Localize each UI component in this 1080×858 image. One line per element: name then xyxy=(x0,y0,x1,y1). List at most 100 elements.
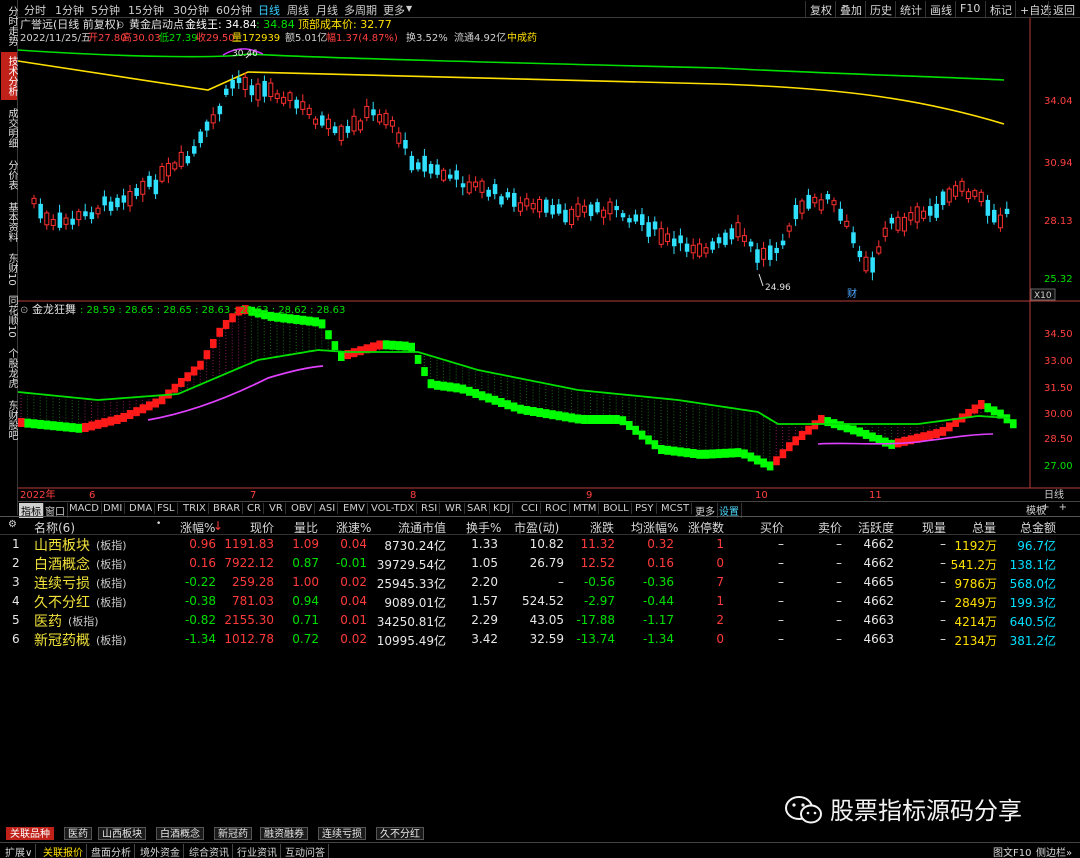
f10-text-button[interactable]: 图文F10 xyxy=(993,844,1031,858)
indicator-tab[interactable]: BOLL xyxy=(601,503,632,514)
nav-guba[interactable]: 东财股吧 xyxy=(1,396,17,444)
gear-icon[interactable]: ⊙ xyxy=(20,305,28,316)
sub-indicator-name[interactable]: 金龙狂舞 xyxy=(32,302,76,316)
sheet-tab[interactable]: 连续亏损 xyxy=(318,827,366,840)
indicator-tab[interactable]: SAR xyxy=(465,503,491,514)
period-tab-15min[interactable]: 15分钟 xyxy=(128,2,164,18)
nav-fenshi[interactable]: 分时走势 xyxy=(1,2,17,50)
bottom-tab-industry[interactable]: 行业资讯 xyxy=(234,844,281,858)
back-button[interactable]: 返回 xyxy=(1048,1,1079,17)
col-header[interactable]: 名称(6) xyxy=(34,519,75,536)
table-row[interactable]: 5 医药 -0.82 2155.30 0.71 0.01 34250.81亿 2.29 43.0… xyxy=(0,611,1080,630)
period-tab-1min[interactable]: 1分钟 xyxy=(55,2,84,18)
indicator-tab[interactable]: TRIX xyxy=(181,503,209,514)
history-button[interactable]: 历史 xyxy=(865,1,896,17)
period-tab-fenshi[interactable]: 分时 xyxy=(24,2,46,18)
add-icon[interactable]: + xyxy=(1041,502,1058,513)
mark-button[interactable]: 标记 xyxy=(985,1,1016,17)
table-row[interactable]: 1 山西板块 0.96 1191.83 1.09 0.04 8730.24亿 1.33 10.8… xyxy=(0,535,1080,554)
indicator-tab[interactable]: WR xyxy=(443,503,465,514)
col-header[interactable]: 换手% xyxy=(466,519,501,536)
fq-button[interactable]: 复权 xyxy=(805,1,836,17)
col-header[interactable]: 卖价 xyxy=(818,519,842,536)
gear-icon[interactable]: ⚙ xyxy=(8,519,17,530)
bottom-tab-analysis[interactable]: 盘面分析 xyxy=(88,844,135,858)
sheet-tab[interactable]: 久不分红 xyxy=(376,827,424,840)
kline-chart[interactable]: 广誉远(日线 前复权) ⊙ 黄金启动点 金线王: 34.84 : 34.84 顶… xyxy=(18,18,1080,502)
indicator-tab[interactable]: FSL xyxy=(155,503,178,514)
col-header[interactable]: 总金额 xyxy=(1020,519,1056,536)
expand-button[interactable]: 扩展∨ xyxy=(2,844,37,858)
indicator-tab[interactable]: CR xyxy=(245,503,264,514)
indicator-tab[interactable]: VR xyxy=(267,503,286,514)
f10-button[interactable]: F10 xyxy=(955,1,984,17)
sheet-tab[interactable]: 医药 xyxy=(64,827,92,840)
finance-mark[interactable]: 财 xyxy=(847,287,857,300)
sheet-tab[interactable]: 山西板块 xyxy=(98,827,146,840)
nav-trade-detail[interactable]: 成交明细 xyxy=(1,104,17,152)
col-header[interactable]: 市盈(动) xyxy=(514,519,559,536)
period-tab-daily[interactable]: 日线 xyxy=(258,2,280,18)
col-header[interactable]: 现价 xyxy=(250,519,274,536)
table-row[interactable]: 4 久不分红 -0.38 781.03 0.94 0.04 9089.01亿 1.57 524.… xyxy=(0,592,1080,611)
col-header[interactable]: 现量 xyxy=(922,519,946,536)
sidebar-toggle[interactable]: 侧边栏» xyxy=(1036,844,1072,858)
indicator-tab[interactable]: DMI xyxy=(101,503,126,514)
table-row[interactable]: 2 白酒概念 0.16 7922.12 0.87 -0.01 39729.54亿 1.05 26… xyxy=(0,554,1080,573)
indicator-tab[interactable]: EMV xyxy=(341,503,368,514)
sheet-tab[interactable]: 融资融券 xyxy=(260,827,308,840)
nav-tech-analysis[interactable]: 技术分析 xyxy=(1,52,17,100)
indicator-tab[interactable]: RSI xyxy=(419,503,441,514)
indicator-name[interactable]: 黄金启动点 xyxy=(129,18,184,31)
indicator-tab[interactable]: VOL-TDX xyxy=(369,503,418,514)
col-header[interactable]: 总量 xyxy=(972,519,996,536)
nav-dongcai10[interactable]: 东财10 xyxy=(1,250,17,288)
bottom-tab-news[interactable]: 综合资讯 xyxy=(186,844,233,858)
period-tab-more[interactable]: 更多 xyxy=(383,2,405,18)
zoom-label[interactable]: X10 xyxy=(1034,291,1052,301)
indicator-tab[interactable]: KDJ xyxy=(491,503,514,514)
sheet-tab[interactable]: 新冠药 xyxy=(214,827,252,840)
col-header[interactable]: 流通市值 xyxy=(398,519,446,536)
overlay-button[interactable]: 叠加 xyxy=(835,1,866,17)
bottom-tab-qa[interactable]: 互动问答 xyxy=(282,844,329,858)
col-header[interactable]: 量比 xyxy=(294,519,318,536)
col-header[interactable]: 涨幅% xyxy=(180,519,215,536)
tab-controls[interactable]: ++ xyxy=(1041,502,1076,513)
nav-longhu[interactable]: 个股龙虎 xyxy=(1,344,17,392)
indicator-tab[interactable]: ASI xyxy=(317,503,339,514)
nav-basic-info[interactable]: 基本资料 xyxy=(1,198,17,246)
draw-line-button[interactable]: 画线 xyxy=(925,1,956,17)
col-header[interactable]: 涨停数 xyxy=(688,519,724,536)
indicator-tab[interactable]: CCI xyxy=(519,503,541,514)
period-tab-monthly[interactable]: 月线 xyxy=(316,2,338,18)
indicator-tab[interactable]: MACD xyxy=(67,503,102,514)
indicator-tab[interactable]: MCST xyxy=(659,503,693,514)
nav-ths10[interactable]: 同花顺10 xyxy=(1,292,17,340)
col-header[interactable]: 均涨幅% xyxy=(631,519,678,536)
add-icon[interactable]: + xyxy=(1059,502,1076,513)
dropdown-arrow-icon[interactable]: ▼ xyxy=(406,4,412,13)
bottom-tab-foreign[interactable]: 境外资金 xyxy=(137,844,184,858)
period-tab-30min[interactable]: 30分钟 xyxy=(173,2,209,18)
sheet-tab[interactable]: 白酒概念 xyxy=(156,827,204,840)
period-tab-weekly[interactable]: 周线 xyxy=(287,2,309,18)
indicator-tab[interactable]: MTM xyxy=(571,503,600,514)
stats-button[interactable]: 统计 xyxy=(895,1,926,17)
col-header[interactable]: 活跃度 xyxy=(858,519,894,536)
indicator-tab[interactable]: DMA xyxy=(127,503,156,514)
period-tab-multi[interactable]: 多周期 xyxy=(344,2,377,18)
table-row[interactable]: 3 连续亏损 -0.22 259.28 1.00 0.02 25945.33亿 2.20 – -0… xyxy=(0,573,1080,592)
sheet-tab[interactable]: 关联品种 xyxy=(6,827,54,840)
table-row[interactable]: 6 新冠药概 -1.34 1012.78 0.72 0.02 10995.49亿 3.42 32… xyxy=(0,630,1080,649)
indicator-tab[interactable]: PSY xyxy=(633,503,657,514)
indicator-tab[interactable]: ROC xyxy=(543,503,570,514)
col-header[interactable]: 买价 xyxy=(760,519,784,536)
indicator-tab[interactable]: OBV xyxy=(289,503,316,514)
period-tab-60min[interactable]: 60分钟 xyxy=(216,2,252,18)
period-tab-5min[interactable]: 5分钟 xyxy=(91,2,120,18)
bottom-tab-related[interactable]: 关联报价 xyxy=(40,844,87,858)
gear-icon[interactable]: ⊙ xyxy=(116,20,124,31)
col-header[interactable]: 涨速% xyxy=(336,519,371,536)
indicator-tab[interactable]: BRAR xyxy=(211,503,244,514)
